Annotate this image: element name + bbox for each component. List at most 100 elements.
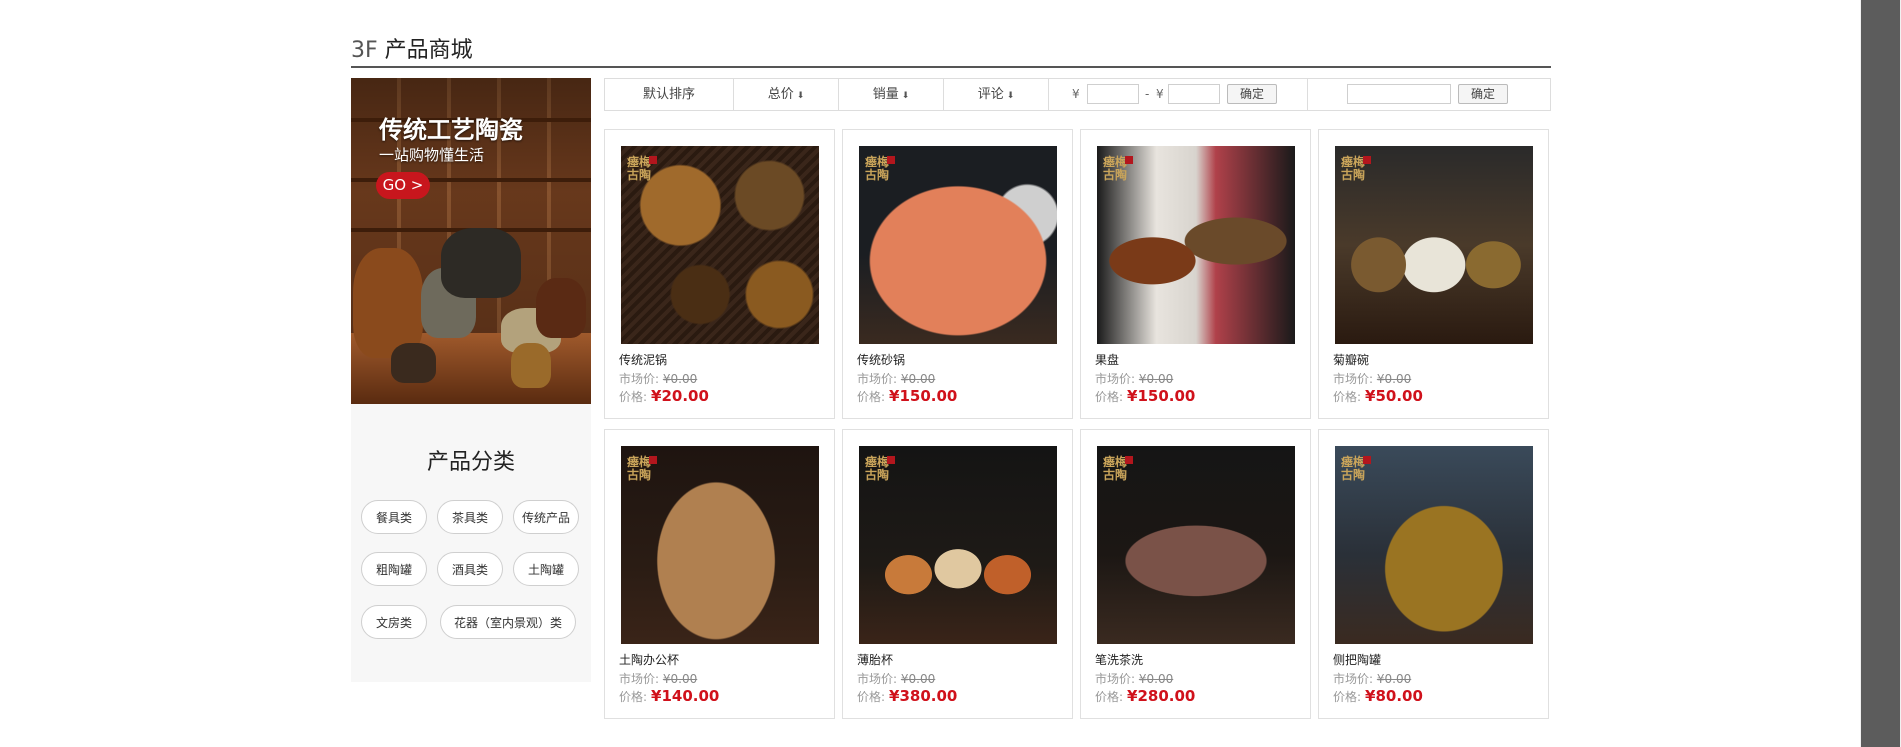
price: 价格: ¥280.00: [1095, 687, 1195, 705]
market-price-value: ¥0.00: [1376, 672, 1412, 686]
seal-icon: [649, 156, 657, 164]
brand-logo: 瘗梅古陶: [1341, 155, 1366, 182]
product-image[interactable]: 瘗梅古陶: [859, 446, 1057, 644]
seal-icon: [1363, 456, 1371, 464]
scrollbar-thumb[interactable]: [1861, 0, 1900, 747]
jar-image: [441, 228, 521, 298]
max-price-input[interactable]: [1168, 84, 1220, 104]
price-value: ¥20.00: [651, 387, 709, 405]
floor-number: 3F: [351, 38, 378, 63]
price-value: ¥280.00: [1127, 687, 1196, 705]
product-image[interactable]: 瘗梅古陶: [621, 146, 819, 344]
jar-image: [353, 248, 423, 358]
product-name[interactable]: 笔洗茶洗: [1095, 651, 1143, 668]
sort-reviews[interactable]: 评论 ⬇: [944, 79, 1049, 110]
market-price-value: ¥0.00: [1138, 672, 1174, 686]
price: 价格: ¥140.00: [619, 687, 719, 705]
seal-icon: [1363, 156, 1371, 164]
product-card[interactable]: 瘗梅古陶 薄胎杯 市场价: ¥0.00 价格: ¥380.00: [842, 429, 1073, 719]
search-input[interactable]: [1347, 84, 1451, 104]
brand-logo: 瘗梅古陶: [1341, 455, 1366, 482]
market-price: 市场价: ¥0.00: [1095, 370, 1173, 387]
product-name[interactable]: 菊瓣碗: [1333, 351, 1369, 368]
product-card[interactable]: 瘗梅古陶 传统砂锅 市场价: ¥0.00 价格: ¥150.00: [842, 129, 1073, 419]
product-image[interactable]: 瘗梅古陶: [1097, 146, 1295, 344]
brand-logo: 瘗梅古陶: [627, 155, 652, 182]
price: 价格: ¥380.00: [857, 687, 957, 705]
product-name[interactable]: 侧把陶罐: [1333, 651, 1381, 668]
price-label: 价格:: [1095, 690, 1124, 704]
product-card[interactable]: 瘗梅古陶 土陶办公杯 市场价: ¥0.00 价格: ¥140.00: [604, 429, 835, 719]
category-item[interactable]: 文房类: [361, 605, 427, 639]
go-button[interactable]: GO >: [376, 172, 430, 199]
price-value: ¥80.00: [1365, 687, 1423, 705]
arrow-down-icon: ⬇: [796, 91, 805, 101]
category-item[interactable]: 茶具类: [437, 500, 503, 534]
price-label: 价格:: [1095, 390, 1124, 404]
product-name[interactable]: 传统砂锅: [857, 351, 905, 368]
promo-banner[interactable]: 传统工艺陶瓷 一站购物懂生活 GO >: [351, 78, 591, 404]
arrow-down-icon: ⬇: [901, 91, 910, 101]
floor-title-text: 产品商城: [384, 38, 473, 63]
market-price-label: 市场价:: [619, 372, 660, 386]
market-price-label: 市场价:: [857, 672, 898, 686]
product-card[interactable]: 瘗梅古陶 笔洗茶洗 市场价: ¥0.00 价格: ¥280.00: [1080, 429, 1311, 719]
category-item[interactable]: 花器（室内景观）类: [440, 605, 576, 639]
market-price-label: 市场价:: [1095, 672, 1136, 686]
category-item[interactable]: 传统产品: [513, 500, 579, 534]
market-price: 市场价: ¥0.00: [857, 370, 935, 387]
floor-section: 3F 产品商城 传统工艺陶瓷 一站购物懂生活 GO > 产品分类 餐具类 茶具类…: [351, 0, 1551, 747]
sort-bar: 默认排序 总价 ⬇ 销量 ⬇ 评论 ⬇ ¥ - ¥ 确定 确定: [604, 78, 1551, 111]
market-price: 市场价: ¥0.00: [619, 370, 697, 387]
price-confirm-button[interactable]: 确定: [1227, 84, 1277, 104]
product-image[interactable]: 瘗梅古陶: [1335, 146, 1533, 344]
product-image[interactable]: 瘗梅古陶: [621, 446, 819, 644]
search-confirm-button[interactable]: 确定: [1458, 84, 1508, 104]
product-card[interactable]: 瘗梅古陶 传统泥锅 市场价: ¥0.00 价格: ¥20.00: [604, 129, 835, 419]
product-card[interactable]: 瘗梅古陶 菊瓣碗 市场价: ¥0.00 价格: ¥50.00: [1318, 129, 1549, 419]
yen-label: ¥: [1072, 87, 1080, 101]
brand-logo: 瘗梅古陶: [1103, 455, 1128, 482]
product-image[interactable]: 瘗梅古陶: [1335, 446, 1533, 644]
price-value: ¥50.00: [1365, 387, 1423, 405]
sort-default[interactable]: 默认排序: [605, 79, 734, 110]
price-value: ¥150.00: [1127, 387, 1196, 405]
market-price-value: ¥0.00: [1138, 372, 1174, 386]
market-price-value: ¥0.00: [1376, 372, 1412, 386]
arrow-down-icon: ⬇: [1006, 91, 1015, 101]
market-price-label: 市场价:: [1095, 372, 1136, 386]
price-value: ¥150.00: [889, 387, 958, 405]
category-panel: 产品分类 餐具类 茶具类 传统产品 粗陶罐 酒具类 土陶罐 文房类 花器（室内景…: [351, 404, 591, 682]
price: 价格: ¥50.00: [1333, 387, 1423, 405]
product-name[interactable]: 薄胎杯: [857, 651, 893, 668]
market-price: 市场价: ¥0.00: [1333, 370, 1411, 387]
product-image[interactable]: 瘗梅古陶: [1097, 446, 1295, 644]
min-price-input[interactable]: [1087, 84, 1139, 104]
category-item[interactable]: 粗陶罐: [361, 552, 427, 586]
price-label: 价格:: [857, 390, 886, 404]
product-image[interactable]: 瘗梅古陶: [859, 146, 1057, 344]
category-item[interactable]: 土陶罐: [513, 552, 579, 586]
product-card[interactable]: 瘗梅古陶 果盘 市场价: ¥0.00 价格: ¥150.00: [1080, 129, 1311, 419]
market-price-value: ¥0.00: [662, 372, 698, 386]
category-item[interactable]: 酒具类: [437, 552, 503, 586]
sort-total-price[interactable]: 总价 ⬇: [734, 79, 839, 110]
market-price: 市场价: ¥0.00: [619, 670, 697, 687]
market-price: 市场价: ¥0.00: [1095, 670, 1173, 687]
sort-sales[interactable]: 销量 ⬇: [839, 79, 944, 110]
product-name[interactable]: 传统泥锅: [619, 351, 667, 368]
banner-title: 传统工艺陶瓷: [379, 116, 523, 144]
banner-subtitle: 一站购物懂生活: [379, 146, 485, 164]
market-price-label: 市场价:: [1333, 672, 1374, 686]
product-card[interactable]: 瘗梅古陶 侧把陶罐 市场价: ¥0.00 价格: ¥80.00: [1318, 429, 1549, 719]
sort-sales-label: 销量: [872, 87, 899, 102]
category-title: 产品分类: [426, 450, 515, 475]
product-name[interactable]: 土陶办公杯: [619, 651, 679, 668]
product-name[interactable]: 果盘: [1095, 351, 1119, 368]
range-dash: -: [1145, 87, 1150, 101]
category-item[interactable]: 餐具类: [361, 500, 427, 534]
seal-icon: [1125, 456, 1133, 464]
brand-logo: 瘗梅古陶: [865, 155, 890, 182]
market-price: 市场价: ¥0.00: [857, 670, 935, 687]
seal-icon: [1125, 156, 1133, 164]
